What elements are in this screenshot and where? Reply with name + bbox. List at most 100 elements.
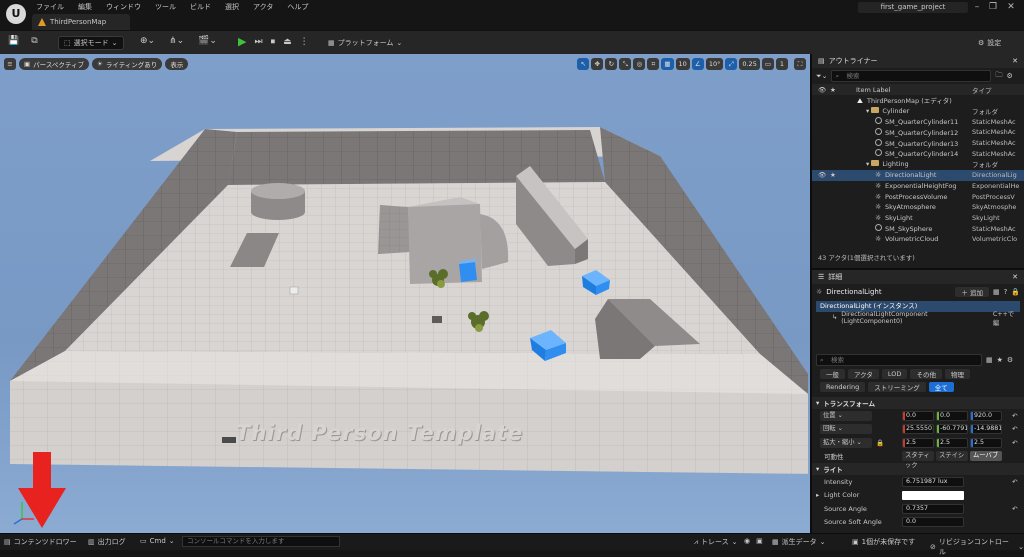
outliner-row[interactable]: ▾ Lighting フォルダ <box>812 159 1024 170</box>
rotation-x-field[interactable]: 25.55501 <box>902 424 934 435</box>
cinematics-icon[interactable]: 🎬⌄ <box>198 36 217 46</box>
select-mode-button[interactable]: ⬚ 選択モード ⌄ <box>58 36 124 50</box>
transform-section-header[interactable]: ▾ トランスフォーム <box>812 397 1024 409</box>
menu-tools[interactable]: ツール <box>155 2 176 12</box>
scale-y-field[interactable]: 2.5 <box>936 437 968 448</box>
filter-icon[interactable]: ⏷⌄ <box>816 72 827 81</box>
location-x-field[interactable]: 0.0 <box>902 410 934 421</box>
reset-icon[interactable]: ↶ <box>1012 439 1017 447</box>
filter-rendering[interactable]: Rendering <box>820 381 866 392</box>
close-icon[interactable]: ✕ <box>1012 273 1018 281</box>
outliner-row[interactable]: SM_QuarterCylinder12 StaticMeshAc <box>812 127 1024 138</box>
world-local-icon[interactable]: ◎ <box>633 58 646 70</box>
platform-button[interactable]: ▦ プラットフォーム ⌄ <box>328 38 402 48</box>
outliner-tab[interactable]: ▤ アウトライナー ✕ <box>812 54 1024 68</box>
maximize-viewport-icon[interactable]: ⛶ <box>794 58 806 70</box>
menu-select[interactable]: 選択 <box>225 2 239 12</box>
details-search-input[interactable]: ⌕ 検索 <box>816 354 982 366</box>
source-angle-field[interactable]: 0.7357 <box>902 503 964 514</box>
move-tool-icon[interactable]: ✥ <box>591 58 604 70</box>
filter-physics[interactable]: 物理 <box>944 368 970 379</box>
reset-icon[interactable]: ↶ <box>1012 425 1017 433</box>
viewport-menu-icon[interactable]: ≡ <box>4 58 16 70</box>
outliner-row[interactable]: 👁 ★ ☼ DirectionalLight DirectionalLig <box>812 169 1024 181</box>
camera-speed-value[interactable]: 1 <box>776 58 788 70</box>
tab-thirdpersonmap[interactable]: ThirdPersonMap <box>32 14 130 30</box>
eject-icon[interactable]: ⏏ <box>283 37 292 47</box>
rotation-snap-value[interactable]: 10° <box>705 58 724 70</box>
menu-actor[interactable]: アクタ <box>253 2 273 12</box>
step-icon[interactable]: ⏭ <box>254 37 262 47</box>
outliner-row[interactable]: ☼ PostProcessVolume PostProcessV <box>812 191 1024 202</box>
filter-lod[interactable]: LOD <box>881 368 908 379</box>
details-tab[interactable]: ☰ 詳細 ✕ <box>812 270 1024 284</box>
play-options-icon[interactable]: ⋮ <box>300 37 309 47</box>
scale-snap-value[interactable]: 0.25 <box>739 58 760 70</box>
location-y-field[interactable]: 0.0 <box>936 410 968 421</box>
close-icon[interactable]: ✕ <box>1004 2 1018 12</box>
scale-z-field[interactable]: 2.5 <box>970 437 1002 448</box>
menu-build[interactable]: ビルド <box>190 2 211 12</box>
screenshot-icon[interactable]: ▣ <box>756 537 763 545</box>
outliner-row[interactable]: SM_QuarterCylinder13 StaticMeshAc <box>812 138 1024 149</box>
scale-snap-icon[interactable]: ⤢ <box>725 58 738 70</box>
settings-gear-icon[interactable]: ⚙ <box>1007 356 1013 364</box>
outliner-row[interactable]: ⛰ ThirdPersonMap (エディタ) <box>812 95 1024 106</box>
pin-icon[interactable]: ★ <box>830 171 836 179</box>
visibility-icon[interactable]: 👁 <box>818 171 826 179</box>
rotation-dropdown[interactable]: 回転 ⌄ <box>820 424 872 435</box>
outliner-row[interactable]: ☼ SkyLight SkyLight <box>812 213 1024 224</box>
location-z-field[interactable]: 920.0 <box>970 410 1002 421</box>
lighting-button[interactable]: ☀ ライティングあり <box>92 58 163 70</box>
add-folder-icon[interactable]: 🗀 <box>995 71 1002 82</box>
help-icon[interactable]: ? <box>1004 288 1008 296</box>
outliner-search-input[interactable]: ⌕ 検索 <box>831 70 992 82</box>
outliner-row[interactable]: SM_QuarterCylinder11 StaticMeshAc <box>812 116 1024 127</box>
trace-button[interactable]: ⩘ トレース ⌄ <box>694 537 737 547</box>
settings-button[interactable]: ⚙ 設定 <box>978 38 1001 48</box>
outliner-row[interactable]: ☼ ExponentialHeightFog ExponentialHe <box>812 181 1024 192</box>
console-command-input[interactable]: コンソールコマンドを入力します <box>182 536 340 547</box>
scale-x-field[interactable]: 2.5 <box>902 437 934 448</box>
light-color-swatch[interactable] <box>902 490 964 500</box>
browse-icon[interactable]: ⧉ <box>31 36 37 46</box>
scale-dropdown[interactable]: 拡大・縮小 ⌄ <box>820 437 872 448</box>
outliner-row[interactable]: ☼ SkyAtmosphere SkyAtmosphe <box>812 202 1024 213</box>
lock-icon[interactable]: 🔒 <box>876 439 884 447</box>
unsaved-button[interactable]: ▣ 1個が未保存です <box>852 537 915 547</box>
mobility-movable[interactable]: ムーバブ <box>970 451 1002 462</box>
filter-all[interactable]: 全て <box>928 381 954 392</box>
show-button[interactable]: 表示 <box>165 58 189 70</box>
favorite-icon[interactable]: ★ <box>997 356 1003 364</box>
add-actor-icon[interactable]: ⊕⌄ <box>140 36 155 46</box>
surface-snap-icon[interactable]: ⌗ <box>647 58 660 70</box>
mobility-static[interactable]: スタティック <box>902 451 934 469</box>
component-row[interactable]: DirectionalLightComponent (LightComponen… <box>841 311 989 325</box>
filter-misc[interactable]: その他 <box>910 368 942 379</box>
revision-control-button[interactable]: ⊘ リビジョンコントロール ⌄ <box>930 537 1024 557</box>
level-viewport[interactable]: Third Person Template ≡ ▣ パースペクティブ ☀ ライティン… <box>0 54 810 533</box>
maximize-icon[interactable]: ❐ <box>986 2 1000 12</box>
mobility-stationary[interactable]: ステイショ <box>936 451 968 462</box>
rotate-tool-icon[interactable]: ↻ <box>605 58 618 70</box>
light-section-header[interactable]: ▾ ライト <box>812 463 1024 475</box>
location-dropdown[interactable]: 位置 ⌄ <box>820 410 872 421</box>
reset-icon[interactable]: ↶ <box>1012 505 1017 513</box>
menu-file[interactable]: ファイル <box>36 2 64 12</box>
outliner-row[interactable]: ▾ Cylinder フォルダ <box>812 106 1024 117</box>
menu-window[interactable]: ウィンドウ <box>106 2 141 12</box>
record-icon[interactable]: ◉ <box>744 537 750 545</box>
perspective-button[interactable]: ▣ パースペクティブ <box>19 58 89 70</box>
outliner-row[interactable]: ☼ VolumetricCloud VolumetricClo <box>812 234 1024 245</box>
derived-data-button[interactable]: ▦ 派生データ ⌄ <box>772 537 826 547</box>
blueprint-icon[interactable]: ⋔⌄ <box>169 36 184 46</box>
content-drawer-button[interactable]: ▤ コンテンツドロワー <box>4 537 77 547</box>
rotation-y-field[interactable]: -60.7791 <box>936 424 968 435</box>
add-component-button[interactable]: ＋ 追加 <box>955 287 989 297</box>
rotation-snap-icon[interactable]: ∠ <box>691 58 704 70</box>
expand-icon[interactable]: ▸ <box>816 491 819 499</box>
grid-snap-icon[interactable]: ▦ <box>661 58 674 70</box>
grid-view-icon[interactable]: ▦ <box>986 356 993 364</box>
select-tool-icon[interactable]: ↖ <box>577 58 590 70</box>
grid-snap-value[interactable]: 10 <box>675 58 690 70</box>
